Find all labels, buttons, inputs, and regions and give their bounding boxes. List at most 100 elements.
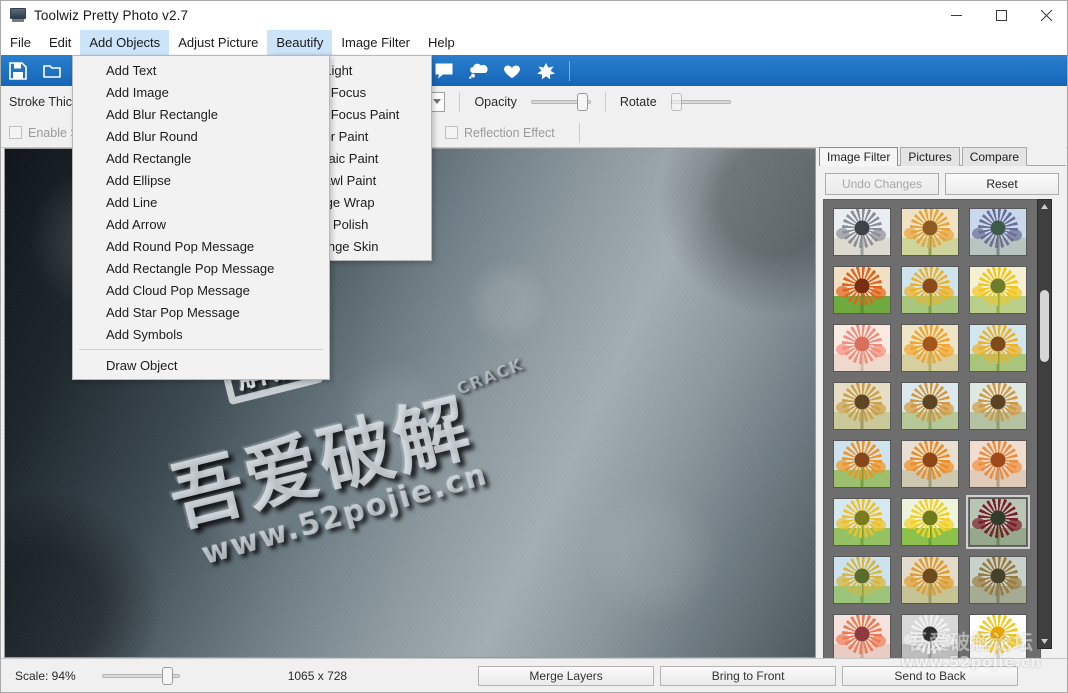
- undo-changes-button[interactable]: Undo Changes: [825, 173, 939, 195]
- rotate-slider-thumb[interactable]: [670, 92, 682, 111]
- sunflower-preview-icon: [902, 557, 958, 603]
- options-separator: [578, 122, 580, 143]
- sunflower-preview-icon: [834, 209, 890, 255]
- scale-slider-thumb[interactable]: [161, 666, 173, 685]
- filter-grid-scrollbar[interactable]: [1037, 199, 1052, 649]
- add-objects-item-4[interactable]: Add Rectangle: [73, 147, 329, 169]
- add-objects-item-5[interactable]: Add Ellipse: [73, 169, 329, 191]
- menu-file[interactable]: File: [1, 30, 40, 55]
- filter-thumbnail-grid[interactable]: [823, 199, 1041, 692]
- filter-thumbnail[interactable]: [833, 440, 891, 488]
- add-objects-item-6[interactable]: Add Line: [73, 191, 329, 213]
- menu-bar: File Edit Add Objects Adjust Picture Bea…: [1, 30, 1067, 55]
- sunflower-preview-icon: [834, 615, 890, 661]
- filter-thumbnail[interactable]: [901, 556, 959, 604]
- filter-thumbnail[interactable]: [833, 382, 891, 430]
- filter-thumbnail[interactable]: [901, 614, 959, 662]
- add-objects-item-11[interactable]: Add Star Pop Message: [73, 301, 329, 323]
- add-objects-item-0[interactable]: Add Text: [73, 59, 329, 81]
- filter-thumbnail[interactable]: [833, 208, 891, 256]
- panel-action-buttons: Undo Changes Reset: [825, 173, 1059, 195]
- filter-thumbnail[interactable]: [833, 498, 891, 546]
- cloud-pop-message-icon[interactable]: [461, 56, 495, 85]
- rectangle-pop-message-icon[interactable]: [427, 56, 461, 85]
- filter-thumbnail[interactable]: [833, 614, 891, 662]
- menu-adjust-picture[interactable]: Adjust Picture: [169, 30, 267, 55]
- toolbar-separator: [569, 60, 570, 81]
- add-objects-item-8[interactable]: Add Round Pop Message: [73, 235, 329, 257]
- scroll-up-icon[interactable]: [1038, 200, 1051, 213]
- sunflower-preview-icon: [970, 499, 1026, 545]
- filter-thumbnail[interactable]: [901, 440, 959, 488]
- app-photo-icon: [10, 7, 26, 23]
- add-objects-item-12[interactable]: Add Symbols: [73, 323, 329, 345]
- tab-image-filter[interactable]: Image Filter: [819, 147, 899, 166]
- sunflower-preview-icon: [834, 325, 890, 371]
- filter-thumbnail[interactable]: [833, 556, 891, 604]
- sunflower-preview-icon: [902, 441, 958, 487]
- filter-thumbnail[interactable]: [969, 324, 1027, 372]
- add-objects-item-2[interactable]: Add Blur Rectangle: [73, 103, 329, 125]
- scroll-down-icon[interactable]: [1038, 635, 1051, 648]
- minimize-button[interactable]: [934, 1, 979, 30]
- save-icon[interactable]: [1, 56, 35, 85]
- rotate-slider[interactable]: [670, 92, 731, 111]
- right-panel: Image Filter Pictures Compare Undo Chang…: [819, 146, 1066, 692]
- menu-help[interactable]: Help: [419, 30, 464, 55]
- add-objects-item-9[interactable]: Add Rectangle Pop Message: [73, 257, 329, 279]
- add-objects-item-7[interactable]: Add Arrow: [73, 213, 329, 235]
- filter-thumbnail[interactable]: [969, 266, 1027, 314]
- menu-edit[interactable]: Edit: [40, 30, 80, 55]
- sunflower-preview-icon: [970, 441, 1026, 487]
- opacity-slider-thumb[interactable]: [576, 92, 588, 111]
- filter-thumbnail[interactable]: [833, 266, 891, 314]
- filter-thumbnail[interactable]: [833, 324, 891, 372]
- add-objects-footer-item-0[interactable]: Draw Object: [73, 354, 329, 376]
- filter-thumbnail[interactable]: [969, 382, 1027, 430]
- merge-layers-button[interactable]: Merge Layers: [478, 665, 655, 686]
- sunflower-preview-icon: [902, 325, 958, 371]
- filter-thumbnail[interactable]: [901, 382, 959, 430]
- title-bar: Toolwiz Pretty Photo v2.7: [1, 1, 1067, 30]
- scale-slider[interactable]: [101, 666, 180, 685]
- panel-tabs: Image Filter Pictures Compare: [819, 146, 1029, 166]
- filter-thumbnail[interactable]: [901, 498, 959, 546]
- open-icon[interactable]: [35, 56, 69, 85]
- add-objects-dropdown-menu[interactable]: Add Text Add Image Add Blur Rectangle Add B…: [72, 55, 330, 380]
- sunflower-preview-icon: [834, 557, 890, 603]
- reset-button[interactable]: Reset: [945, 173, 1059, 195]
- symbols-icon[interactable]: [529, 56, 563, 85]
- menu-beautify[interactable]: Beautify: [267, 30, 333, 55]
- filter-thumbnail[interactable]: [969, 556, 1027, 604]
- sunflower-preview-icon: [970, 325, 1026, 371]
- add-objects-item-3[interactable]: Add Blur Round: [73, 125, 329, 147]
- tab-pictures[interactable]: Pictures: [900, 147, 960, 166]
- reflection-effect-checkbox[interactable]: Reflection Effect: [444, 126, 555, 140]
- send-to-back-button[interactable]: Send to Back: [842, 665, 1019, 686]
- filter-thumbnail[interactable]: [901, 324, 959, 372]
- filter-thumbnail[interactable]: [966, 495, 1030, 549]
- filter-thumbnail[interactable]: [969, 208, 1027, 256]
- filter-thumbnail[interactable]: [901, 208, 959, 256]
- scale-label: Scale: 94%: [15, 668, 76, 683]
- filter-thumbnail[interactable]: [969, 440, 1027, 488]
- scrollbar-thumb[interactable]: [1040, 290, 1049, 362]
- add-objects-item-1[interactable]: Add Image: [73, 81, 329, 103]
- menu-add-objects[interactable]: Add Objects: [80, 30, 170, 55]
- bring-to-front-button[interactable]: Bring to Front: [660, 665, 837, 686]
- filter-thumbnail[interactable]: [969, 614, 1027, 662]
- menu-image-filter[interactable]: Image Filter: [332, 30, 419, 55]
- window-title: Toolwiz Pretty Photo v2.7: [34, 7, 189, 23]
- maximize-button[interactable]: [979, 1, 1024, 30]
- options-separator: [604, 91, 606, 112]
- sunflower-preview-icon: [970, 615, 1026, 661]
- tab-compare[interactable]: Compare: [961, 147, 1028, 166]
- add-objects-item-10[interactable]: Add Cloud Pop Message: [73, 279, 329, 301]
- star-pop-message-icon[interactable]: [495, 56, 529, 85]
- sunflower-preview-icon: [834, 267, 890, 313]
- close-button[interactable]: [1024, 1, 1067, 30]
- opacity-slider[interactable]: [530, 92, 591, 111]
- filter-thumbnail[interactable]: [901, 266, 959, 314]
- window-controls: [934, 1, 1067, 30]
- opacity-label: Opacity: [474, 94, 517, 109]
